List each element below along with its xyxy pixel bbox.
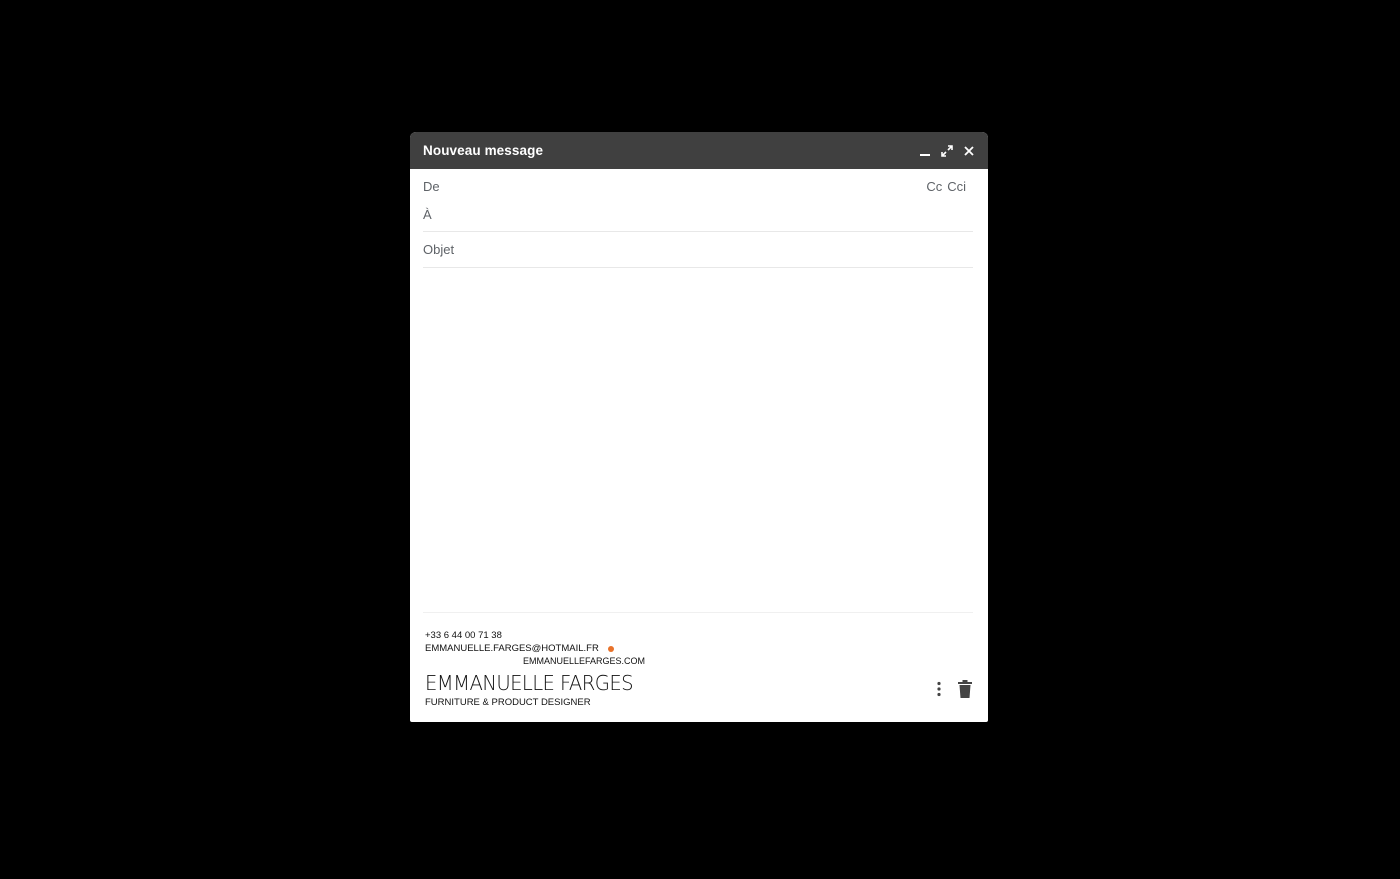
cc-bcc-links: Cc Cci xyxy=(921,179,966,194)
compose-footer-actions xyxy=(936,680,972,698)
message-body[interactable] xyxy=(423,270,973,613)
signature-brand-name: EMMANUELLE FARGES xyxy=(425,671,634,695)
signature-email-row: EMMANUELLE.FARGES@HOTMAIL.FR xyxy=(425,642,645,655)
close-icon[interactable] xyxy=(962,144,976,158)
to-label: À xyxy=(423,207,432,222)
subject-label: Objet xyxy=(423,242,455,257)
bcc-link[interactable]: Cci xyxy=(947,179,966,194)
subject-field[interactable]: Objet xyxy=(423,242,973,268)
from-field[interactable]: De Cc Cci xyxy=(423,179,973,195)
minimize-icon[interactable] xyxy=(918,144,932,158)
compose-titlebar[interactable]: Nouveau message xyxy=(410,132,988,169)
to-field[interactable]: À xyxy=(423,207,973,232)
window-title: Nouveau message xyxy=(423,143,544,158)
signature-website: EMMANUELLEFARGES.COM xyxy=(523,656,646,666)
signature-tagline: FURNITURE & PRODUCT DESIGNER xyxy=(425,697,591,708)
window-controls xyxy=(918,132,976,169)
compose-window: Nouveau message De Cc Cci À Objet +33 6 … xyxy=(410,132,988,722)
from-label: De xyxy=(423,179,440,194)
signature-phone: +33 6 44 00 71 38 xyxy=(425,630,502,641)
signature-email: EMMANUELLE.FARGES@HOTMAIL.FR xyxy=(425,643,599,654)
cc-link[interactable]: Cc xyxy=(926,179,942,194)
accent-dot-icon xyxy=(607,645,614,652)
signature: +33 6 44 00 71 38 EMMANUELLE.FARGES@HOTM… xyxy=(425,629,645,709)
expand-icon[interactable] xyxy=(940,144,954,158)
more-options-icon[interactable] xyxy=(936,681,942,697)
trash-icon[interactable] xyxy=(958,680,972,698)
